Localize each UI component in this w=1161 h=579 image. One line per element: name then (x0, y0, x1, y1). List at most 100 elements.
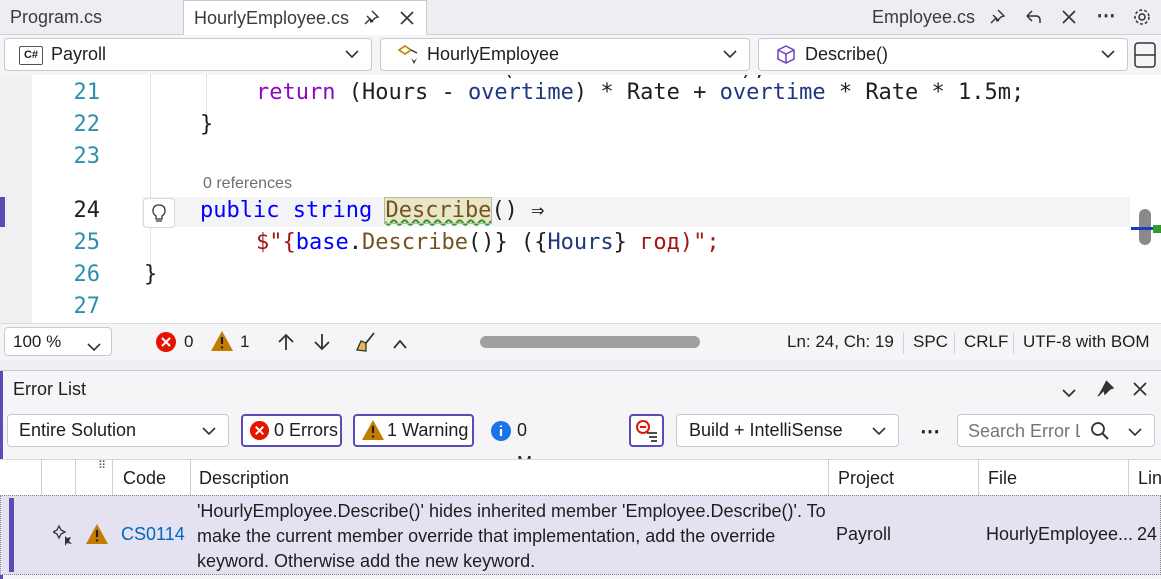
tab-label: Employee.cs (872, 7, 976, 27)
pin-icon[interactable] (1095, 379, 1115, 404)
zoom-value: 100 % (13, 332, 62, 351)
more-options-icon[interactable]: ⋯ (1093, 0, 1119, 34)
indent-guide (206, 75, 207, 115)
pin-icon[interactable] (358, 1, 384, 35)
chevron-down-icon (872, 415, 886, 446)
split-editor-icon[interactable] (1133, 41, 1157, 74)
project-dropdown[interactable]: C# Payroll (4, 38, 372, 71)
errors-filter-label: 0 Errors (274, 420, 339, 440)
search-error-list-box[interactable] (957, 414, 1155, 447)
column-chooser-icon[interactable]: ⠿ (98, 459, 106, 472)
warning-icon[interactable] (210, 330, 234, 357)
error-description: 'HourlyEmployee.Describe()' hides inheri… (197, 501, 826, 571)
code-line-22: } (200, 112, 214, 137)
code-lens-references[interactable]: 0 references (203, 175, 292, 193)
tab-label: Program.cs (10, 7, 103, 27)
warning-icon (85, 523, 109, 550)
encoding-indicator[interactable]: UTF-8 with BOM (1023, 324, 1150, 360)
warning-count[interactable]: 1 (240, 324, 249, 360)
chevron-down-icon[interactable] (1061, 383, 1077, 404)
pin-icon[interactable] (984, 0, 1010, 34)
error-count[interactable]: 0 (184, 324, 193, 360)
warning-marker (1153, 225, 1161, 233)
build-source-dropdown[interactable]: Build + IntelliSense (676, 414, 899, 447)
type-dropdown[interactable]: HourlyEmployee (380, 38, 750, 71)
tab-program-cs[interactable]: Program.cs (10, 0, 180, 34)
close-icon[interactable] (1132, 381, 1148, 402)
chevron-down-icon (202, 415, 216, 446)
warnings-filter-label: 1 Warning (387, 420, 469, 440)
tab-employee-cs[interactable]: Employee.cs (872, 0, 982, 34)
csharp-project-icon: C# (19, 46, 43, 65)
column-header-file[interactable]: File (988, 461, 1017, 495)
arrow-up-icon[interactable] (276, 332, 296, 357)
code-line-26: } (144, 262, 158, 287)
code-editor[interactable]: ( ); 21 22 23 24 25 26 27 return (Hours … (0, 75, 1161, 323)
close-icon[interactable] (1056, 0, 1082, 34)
code-line-24: public string Describe() ⇒ (200, 197, 545, 224)
scope-label: Entire Solution (19, 420, 137, 440)
search-input[interactable] (966, 417, 1082, 445)
project-label: Payroll (51, 44, 107, 64)
code-line-21: return (Hours - overtime) * Rate + overt… (256, 80, 1025, 105)
column-header-project[interactable]: Project (838, 461, 894, 495)
column-header-row (0, 459, 1161, 497)
class-icon (397, 44, 421, 71)
lightbulb-icon[interactable] (143, 198, 175, 228)
close-icon[interactable] (394, 1, 420, 35)
suggested-fix-icon[interactable] (51, 524, 75, 551)
table-row[interactable]: CS0114 'HourlyEmployee.Describe()' hides… (0, 495, 1161, 575)
line-number: 21 (73, 80, 101, 105)
line-ending-indicator[interactable]: CRLF (964, 324, 1008, 360)
more-options-icon[interactable]: ⋯ (920, 419, 940, 444)
messages-filter-button[interactable]: 0 Messages (484, 414, 614, 473)
code-cleanup-broom-icon[interactable] (354, 330, 378, 359)
horizontal-scrollbar-thumb[interactable] (480, 336, 700, 348)
warning-icon (361, 419, 385, 450)
chevron-down-icon[interactable] (1128, 416, 1142, 447)
method-icon (775, 44, 797, 71)
error-list-panel: Error List Entire Solution 0 Errors 1 Wa… (0, 370, 1161, 579)
scope-dropdown[interactable]: Entire Solution (7, 414, 229, 447)
filter-current-document-button[interactable] (629, 414, 664, 447)
chevron-down-icon (87, 336, 101, 357)
line-number-current: 24 (73, 198, 101, 223)
column-header-line[interactable]: Lin (1138, 461, 1161, 495)
line-number: 27 (73, 294, 101, 319)
line-number: 26 (73, 262, 101, 287)
cursor-position[interactable]: Ln: 24, Ch: 19 (787, 324, 894, 360)
chevron-up-icon[interactable] (392, 334, 408, 355)
member-label: Describe() (805, 44, 889, 64)
warnings-filter-button[interactable]: 1 Warning (353, 414, 474, 447)
tab-hourlyemployee-cs[interactable]: HourlyEmployee.cs (183, 0, 427, 36)
chevron-down-icon (723, 39, 737, 70)
search-icon[interactable] (1090, 420, 1110, 451)
error-icon (249, 420, 270, 450)
info-icon (490, 420, 512, 453)
arrow-down-icon[interactable] (312, 332, 332, 357)
error-icon[interactable] (155, 331, 177, 358)
errors-filter-button[interactable]: 0 Errors (241, 414, 342, 447)
document-tab-bar: Program.cs HourlyEmployee.cs Employee.cs… (0, 0, 1161, 36)
chevron-down-icon (1101, 39, 1115, 70)
column-header-code[interactable]: Code (123, 461, 166, 495)
current-line-marker (0, 197, 5, 227)
indent-guide (150, 75, 151, 275)
whitespace-indicator[interactable]: SPC (913, 324, 948, 360)
column-header-description[interactable]: Description (199, 461, 289, 495)
tab-label: HourlyEmployee.cs (194, 8, 350, 28)
selected-row-marker (9, 498, 14, 572)
error-code-link[interactable]: CS0114 (121, 524, 185, 545)
describe-identifier-warning: Describe (384, 197, 493, 224)
undo-close-icon[interactable] (1020, 0, 1046, 34)
zoom-dropdown[interactable]: 100 % (4, 327, 112, 356)
document-filter-icon (635, 419, 659, 452)
line-number: 23 (73, 144, 101, 169)
member-dropdown[interactable]: Describe() (758, 38, 1128, 71)
panel-title: Error List (13, 379, 87, 399)
error-line: 24 (1137, 524, 1158, 544)
line-number: 22 (73, 112, 101, 137)
gear-icon[interactable] (1129, 0, 1155, 34)
line-number: 25 (73, 230, 101, 255)
chevron-down-icon (345, 39, 359, 70)
